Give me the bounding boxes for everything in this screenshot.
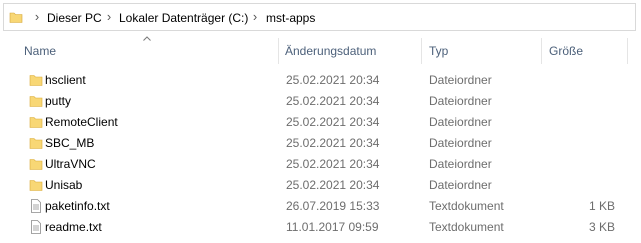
column-header-row: Name Änderungsdatum Typ Größe [0, 38, 641, 64]
file-modified: 11.01.2017 09:59 [286, 220, 379, 234]
text-file-icon [31, 220, 41, 234]
column-header-name[interactable]: Name [24, 44, 56, 58]
column-header-type[interactable]: Typ [429, 44, 448, 58]
file-size: 3 KB [588, 220, 615, 234]
list-item[interactable]: paketinfo.txt 26.07.2019 15:33 Textdokum… [0, 196, 641, 217]
file-type: Textdokument [429, 199, 504, 213]
folder-icon [29, 75, 43, 86]
file-modified: 25.02.2021 20:34 [286, 94, 380, 108]
file-modified: 25.02.2021 20:34 [286, 178, 380, 192]
file-modified: 25.02.2021 20:34 [286, 115, 380, 129]
breadcrumb-separator-icon[interactable]: › [32, 9, 42, 25]
column-divider[interactable] [541, 38, 542, 64]
folder-icon [29, 96, 43, 107]
file-name: UltraVNC [45, 157, 96, 171]
file-type: Textdokument [429, 220, 504, 234]
list-item[interactable]: hsclient 25.02.2021 20:34 Dateiordner [0, 70, 641, 91]
list-item[interactable]: readme.txt 11.01.2017 09:59 Textdokument… [0, 217, 641, 238]
file-type: Dateiordner [429, 136, 492, 150]
folder-icon [29, 159, 43, 170]
address-bar[interactable]: › Dieser PC › Lokaler Datenträger (C:) ›… [3, 3, 636, 31]
file-modified: 26.07.2019 15:33 [286, 199, 380, 213]
folder-icon [29, 138, 43, 149]
folder-icon [29, 180, 43, 191]
file-type: Dateiordner [429, 73, 492, 87]
file-type: Dateiordner [429, 115, 492, 129]
file-modified: 25.02.2021 20:34 [286, 157, 380, 171]
file-type: Dateiordner [429, 94, 492, 108]
file-name: paketinfo.txt [45, 199, 110, 213]
file-type: Dateiordner [429, 157, 492, 171]
list-item[interactable]: Unisab 25.02.2021 20:34 Dateiordner [0, 175, 641, 196]
file-name: putty [45, 94, 72, 108]
file-type: Dateiordner [429, 178, 492, 192]
folder-icon [29, 117, 43, 128]
breadcrumb-separator-icon[interactable]: › [250, 9, 260, 25]
column-divider[interactable] [627, 38, 628, 64]
file-name: RemoteClient [45, 115, 118, 129]
list-item[interactable]: putty 25.02.2021 20:34 Dateiordner [0, 91, 641, 112]
file-name: readme.txt [45, 220, 102, 234]
file-name: Unisab [45, 178, 83, 192]
list-item[interactable]: RemoteClient 25.02.2021 20:34 Dateiordne… [0, 112, 641, 133]
breadcrumb-lokaler-datentraeger[interactable]: Lokaler Datenträger (C:) [119, 11, 248, 25]
folder-icon [9, 12, 23, 23]
file-size: 1 KB [588, 199, 615, 213]
column-header-size[interactable]: Größe [549, 44, 583, 58]
breadcrumb-separator-icon[interactable]: › [104, 9, 114, 25]
breadcrumb-dieser-pc[interactable]: Dieser PC [47, 11, 102, 25]
column-header-modified[interactable]: Änderungsdatum [285, 44, 376, 58]
file-modified: 25.02.2021 20:34 [286, 73, 380, 87]
file-name: SBC_MB [45, 136, 95, 150]
list-item[interactable]: UltraVNC 25.02.2021 20:34 Dateiordner [0, 154, 641, 175]
list-item[interactable]: SBC_MB 25.02.2021 20:34 Dateiordner [0, 133, 641, 154]
column-divider[interactable] [278, 38, 279, 64]
column-divider[interactable] [421, 38, 422, 64]
file-modified: 25.02.2021 20:34 [286, 136, 380, 150]
text-file-icon [31, 199, 41, 213]
file-name: hsclient [45, 73, 86, 87]
breadcrumb-mst-apps[interactable]: mst-apps [266, 11, 315, 25]
